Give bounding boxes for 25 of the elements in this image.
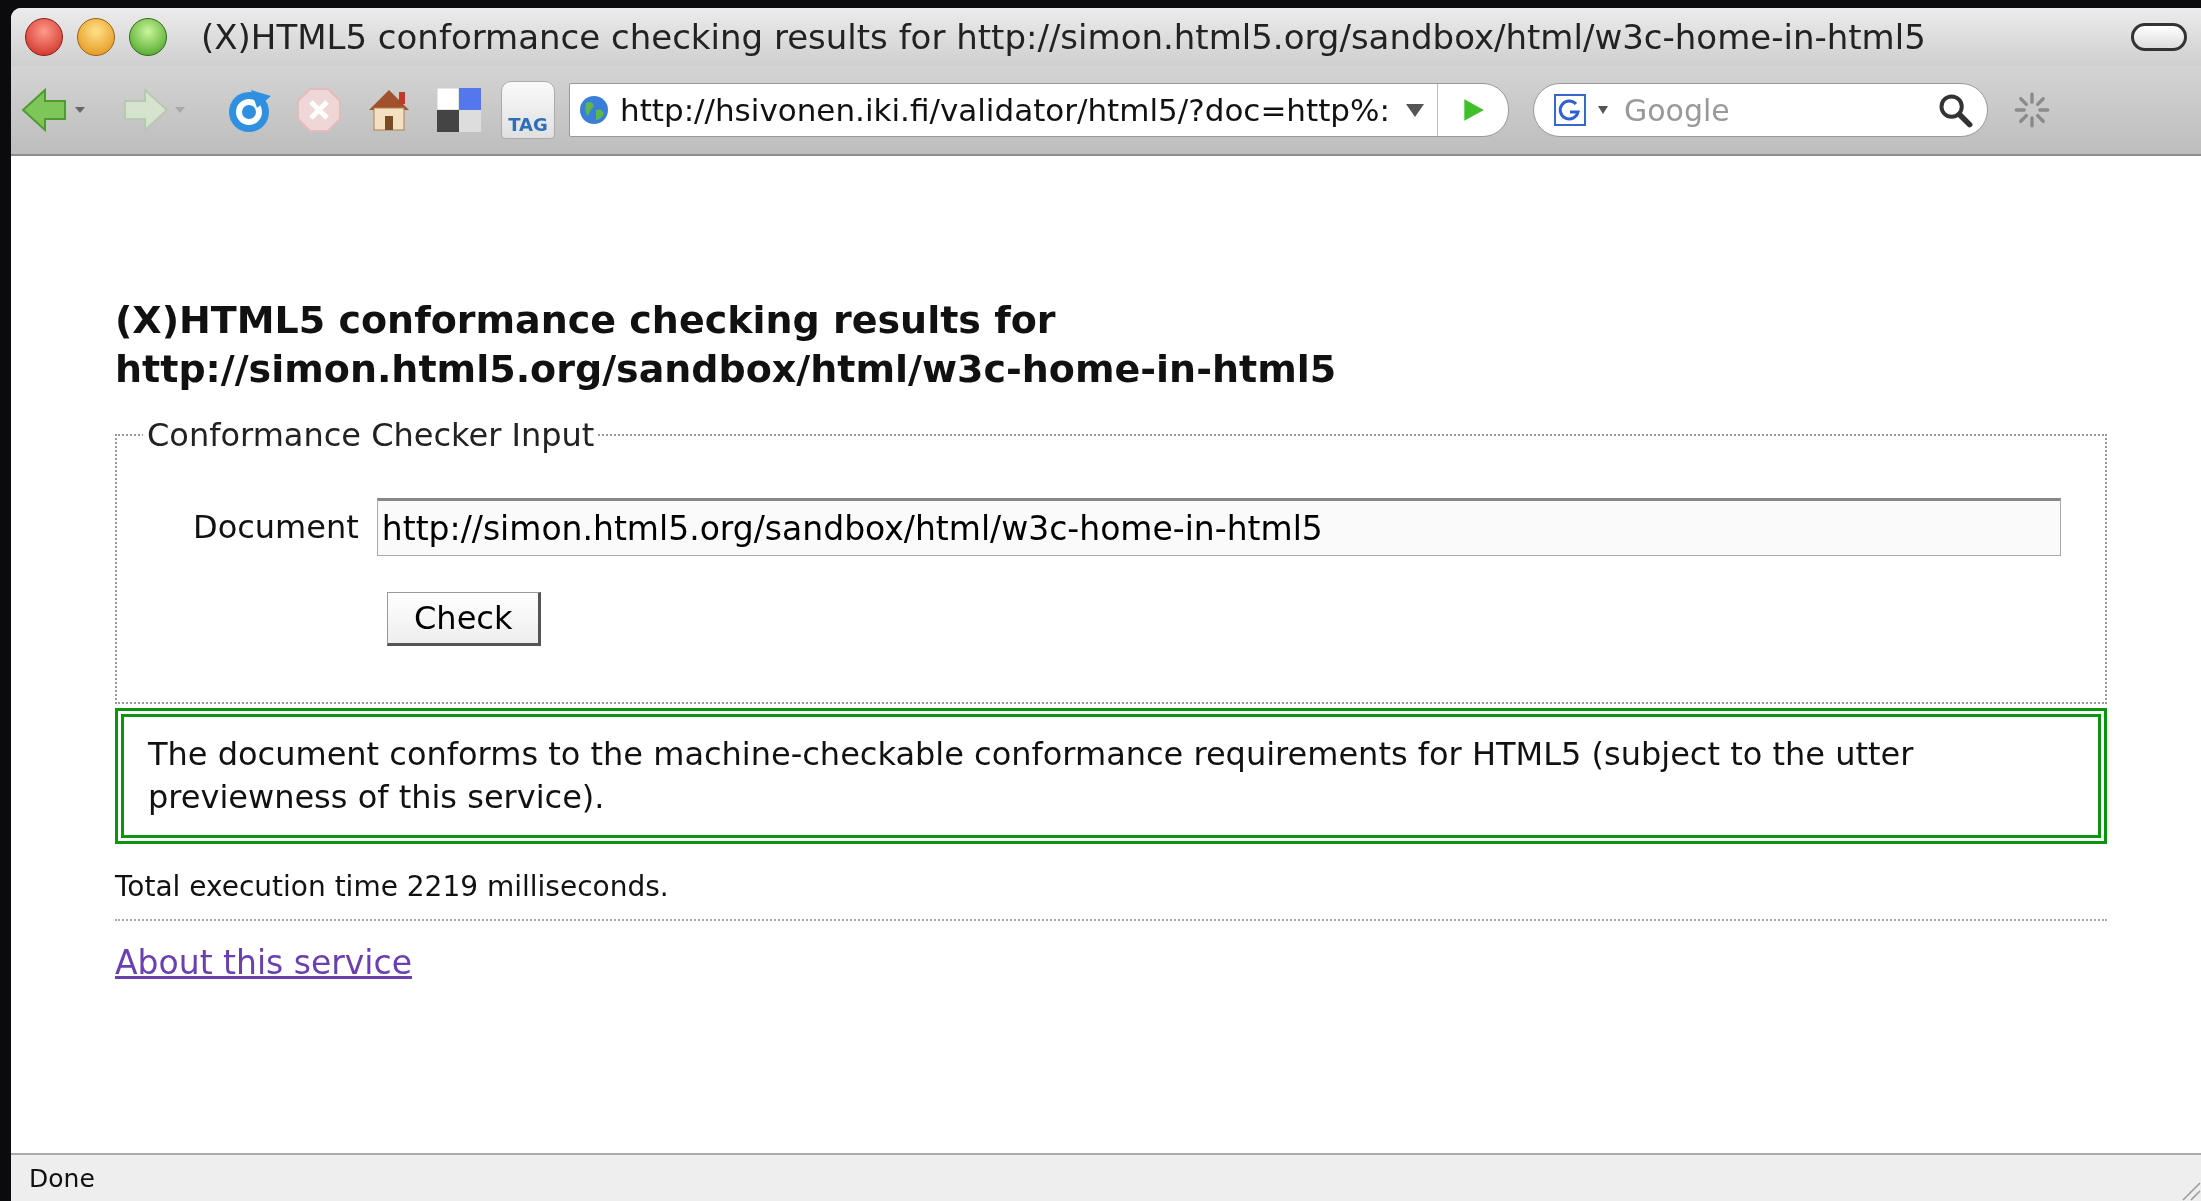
result-message: The document conforms to the machine-checkable conformance requirements for HTML5 (subject to the utter previewness of this service). <box>115 708 2107 844</box>
search-engine-icon[interactable] <box>1554 94 1586 126</box>
minimize-button[interactable] <box>77 18 115 56</box>
globe-icon <box>578 94 610 126</box>
spinner-icon <box>2014 92 2050 128</box>
caret-icon[interactable] <box>1598 106 1608 114</box>
search-box[interactable]: Google <box>1533 83 1988 137</box>
toolbar-toggle-button[interactable] <box>2131 23 2187 51</box>
status-text: Done <box>29 1163 95 1193</box>
address-field[interactable]: http://hsivonen.iki.fi/validator/html5/?doc=http%: <box>569 83 1509 137</box>
fieldset-legend: Conformance Checker Input <box>143 416 599 454</box>
document-label: Document <box>193 508 359 546</box>
zoom-button[interactable] <box>129 18 167 56</box>
search-icon[interactable] <box>1937 92 1973 128</box>
check-button[interactable]: Check <box>387 592 542 646</box>
checkered-squares-icon[interactable] <box>435 86 483 134</box>
about-link[interactable]: About this service <box>115 943 412 982</box>
document-field[interactable]: http://simon.html5.org/sandbox/html/w3c-home-in-html5 <box>376 498 2061 556</box>
dropdown-icon[interactable] <box>1405 102 1425 118</box>
close-button[interactable] <box>25 18 63 56</box>
tag-icon[interactable]: TAG <box>501 81 555 139</box>
window-title: (X)HTML5 conformance checking results for http://simon.html5.org/sandbox/html/w3c-home-in-html5 <box>201 17 1927 57</box>
execution-time-text: Total execution time 2219 milliseconds. <box>115 870 2107 921</box>
search-field[interactable]: Google <box>1620 88 1937 132</box>
page-heading: (X)HTML5 conformance checking results for http://simon.html5.org/sandbox/html/w3c-home-in-html5 <box>115 297 1338 393</box>
